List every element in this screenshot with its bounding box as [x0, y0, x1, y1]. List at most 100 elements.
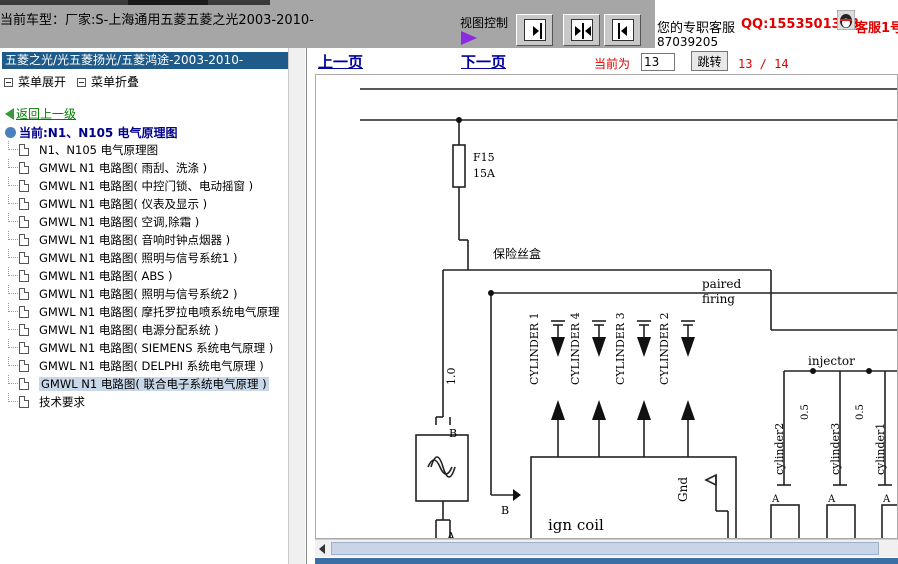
top-strip-dark: [128, 0, 208, 5]
document-icon: [19, 378, 29, 390]
tree-connector: [8, 213, 18, 222]
tree-item-label: 技术要求: [39, 395, 85, 409]
tree-item[interactable]: GMWL N1 电路图( 雨刮、洗涤 ): [8, 159, 293, 177]
tree-connector: [8, 321, 18, 330]
next-page-link[interactable]: 下一页: [461, 51, 506, 72]
back-link[interactable]: 返回上一级: [5, 105, 76, 122]
injector-cylinder-label: cylinder2: [773, 423, 786, 475]
diagram-horizontal-scrollbar[interactable]: [315, 539, 898, 557]
prev-page-link[interactable]: 上一页: [318, 51, 363, 72]
view-control-label: 视图控制: [460, 16, 509, 30]
jump-button[interactable]: 跳转: [691, 51, 728, 71]
tree-item-label: GMWL N1 电路图( 电源分配系统 ): [39, 323, 219, 337]
service-phone: 87039205: [657, 35, 719, 49]
menu-collapse-label: 菜单折叠: [91, 75, 140, 89]
service-link[interactable]: 客服1号: [855, 17, 898, 36]
bottom-strip: [315, 558, 898, 564]
tree-connector: [8, 393, 18, 402]
tree-item[interactable]: N1、N105 电气原理图: [8, 141, 293, 159]
sidebar: 五菱之光/光五菱扬光/五菱鸿途-2003-2010- 菜单展开 菜单折叠 返回上…: [0, 48, 307, 564]
tree-item-label: GMWL N1 电路图( 音响时钟点烟器 ): [39, 233, 231, 247]
connector-b2: B: [501, 504, 509, 517]
paired-label: paired: [702, 277, 742, 291]
fit-both-icon: [570, 19, 593, 41]
tree-item[interactable]: GMWL N1 电路图( 摩托罗拉电喷系统电气原理: [8, 303, 293, 321]
page-number-input[interactable]: [641, 53, 675, 71]
back-arrow-icon: [5, 108, 14, 120]
document-icon: [19, 360, 29, 372]
tree-item[interactable]: GMWL N1 电路图( SIEMENS 系统电气原理 ): [8, 339, 293, 357]
tree-item[interactable]: GMWL N1 电路图( 照明与信号系统1 ): [8, 249, 293, 267]
cylinder-label: CYLINDER 4: [569, 312, 582, 385]
cylinder-label: CYLINDER 2: [658, 312, 671, 385]
view-fit-left-button[interactable]: [604, 14, 641, 46]
view-fit-right-button[interactable]: [516, 14, 553, 46]
document-icon: [19, 342, 29, 354]
fit-left-icon: [611, 19, 634, 41]
document-icon: [19, 288, 29, 300]
current-node-label: 当前:N1、N105 电气原理图: [19, 126, 178, 140]
injector-label: injector: [808, 354, 855, 368]
tree-item[interactable]: GMWL N1 电路图( 空调,除霜 ): [8, 213, 293, 231]
tree-item-label: GMWL N1 电路图( DELPHI 系统电气原理 ): [39, 359, 264, 373]
tree-item-label: GMWL N1 电路图( 仪表及显示 ): [39, 197, 208, 211]
scroll-left-arrow-icon[interactable]: [319, 544, 325, 554]
menu-expand-button[interactable]: 菜单展开: [4, 73, 66, 90]
tree-item-label: GMWL N1 电路图( ABS ): [39, 269, 173, 283]
connector-a1: A: [446, 530, 456, 539]
page-nav: 上一页 下一页 当前为 跳转 13 / 14: [315, 48, 898, 74]
document-icon: [19, 144, 29, 156]
wiring-diagram: F15 15A 保险丝盒 paired firing injector 1.0 …: [315, 74, 898, 539]
tree-connector: [8, 231, 18, 240]
current-page-label: 当前为: [594, 57, 631, 71]
tree-connector: [8, 285, 18, 294]
tree-item[interactable]: GMWL N1 电路图( 照明与信号系统2 ): [8, 285, 293, 303]
document-icon: [19, 180, 29, 192]
tree-item-selected[interactable]: GMWL N1 电路图( 联合电子系统电气原理 ): [8, 375, 293, 393]
document-icon: [19, 198, 29, 210]
document-icon: [19, 216, 29, 228]
document-icon: [19, 162, 29, 174]
connector-b1: B: [449, 427, 457, 440]
menu-collapse-button[interactable]: 菜单折叠: [77, 73, 139, 90]
qq-penguin-icon[interactable]: [837, 10, 855, 30]
tree-list: N1、N105 电气原理图 GMWL N1 电路图( 雨刮、洗涤 ) GMWL …: [8, 141, 293, 411]
tree-connector: [8, 177, 18, 186]
injector-connector: A: [827, 494, 836, 505]
tree-item-label: N1、N105 电气原理图: [39, 143, 159, 157]
tree-connector: [8, 339, 18, 348]
tree-item[interactable]: GMWL N1 电路图( ABS ): [8, 267, 293, 285]
sidebar-header: 五菱之光/光五菱扬光/五菱鸿途-2003-2010-: [2, 52, 302, 69]
fuse-name: F15: [473, 151, 495, 164]
document-icon: [19, 324, 29, 336]
document-icon: [19, 252, 29, 264]
fuse-box-label: 保险丝盒: [493, 246, 541, 261]
tree-connector: [8, 195, 18, 204]
tree-item-label: GMWL N1 电路图( 照明与信号系统2 ): [39, 287, 238, 301]
firing-label: firing: [702, 292, 735, 306]
view-fit-both-button[interactable]: [563, 14, 600, 46]
tree-item[interactable]: GMWL N1 电路图( 中控门锁、电动摇窗 ): [8, 177, 293, 195]
document-icon: [19, 396, 29, 408]
tree-connector: [8, 249, 18, 258]
tree-item[interactable]: GMWL N1 电路图( 仪表及显示 ): [8, 195, 293, 213]
tree-item-label: GMWL N1 电路图( SIEMENS 系统电气原理 ): [39, 341, 274, 355]
scroll-thumb[interactable]: [331, 542, 879, 555]
service-label: 您的专职客服: [657, 21, 736, 36]
tree-item[interactable]: GMWL N1 电路图( DELPHI 系统电气原理 ): [8, 357, 293, 375]
computer-icon: [5, 127, 16, 138]
collapse-icon: [77, 78, 86, 87]
current-model-label: 当前车型：厂家:S-上海通用五菱五菱之光2003-2010-: [0, 13, 314, 28]
back-label: 返回上一级: [16, 107, 77, 121]
injector-connector: A: [882, 494, 891, 505]
sidebar-scrollbar[interactable]: [288, 48, 305, 564]
tree-item[interactable]: GMWL N1 电路图( 音响时钟点烟器 ): [8, 231, 293, 249]
document-icon: [19, 234, 29, 246]
document-icon: [19, 270, 29, 282]
tree-item[interactable]: GMWL N1 电路图( 电源分配系统 ): [8, 321, 293, 339]
tree-item[interactable]: 技术要求: [8, 393, 293, 411]
tree-item-label: GMWL N1 电路图( 雨刮、洗涤 ): [39, 161, 208, 175]
content-pane: 上一页 下一页 当前为 跳转 13 / 14: [315, 48, 898, 564]
injector-cylinder-label: cylinder1: [874, 423, 887, 475]
expand-icon: [4, 78, 13, 87]
